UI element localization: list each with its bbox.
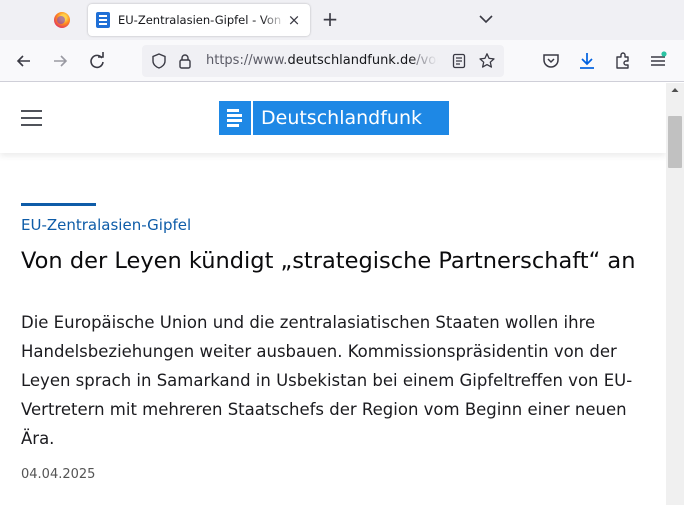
tab-title: EU-Zentralasien-Gipfel - Von der Leyen k… <box>118 13 286 27</box>
article-headline: Von der Leyen kündigt „strategische Part… <box>21 248 636 274</box>
plus-icon[interactable]: + <box>318 8 342 32</box>
tab-firefox-view[interactable] <box>44 6 80 34</box>
scroll-up-arrow-icon[interactable] <box>671 86 679 94</box>
download-icon[interactable] <box>576 50 598 72</box>
page-viewport: Deutschlandfunk EU-Zentralasien-Gipfel V… <box>0 83 684 505</box>
forward-arrow-icon[interactable] <box>49 50 71 72</box>
article: EU-Zentralasien-Gipfel Von der Leyen kün… <box>21 203 651 482</box>
pocket-icon[interactable] <box>540 50 562 72</box>
dlf-logo-icon <box>219 101 253 135</box>
chevron-down-icon[interactable] <box>476 9 496 29</box>
article-teaser: Die Europäische Union und die zentralasi… <box>21 313 633 448</box>
tab-active[interactable]: EU-Zentralasien-Gipfel - Von der Leyen k… <box>88 4 310 36</box>
extensions-icon[interactable] <box>612 50 634 72</box>
hamburger-menu-icon[interactable] <box>21 110 42 126</box>
article-kicker: EU-Zentralasien-Gipfel <box>21 216 192 234</box>
back-arrow-icon[interactable] <box>13 50 35 72</box>
star-icon[interactable] <box>478 52 496 70</box>
deutschlandfunk-logo[interactable]: Deutschlandfunk <box>219 101 449 135</box>
shield-icon[interactable] <box>150 52 168 70</box>
site-header: Deutschlandfunk <box>0 83 666 153</box>
dlf-favicon <box>96 12 110 28</box>
url-text[interactable]: https://www.deutschlandfunk.de/von-der-l… <box>206 53 438 68</box>
url-host: deutschlandfunk.de <box>287 53 417 68</box>
lock-icon[interactable] <box>176 52 194 70</box>
scrollbar-thumb[interactable] <box>668 116 682 168</box>
menu-icon[interactable] <box>647 50 669 72</box>
navigation-bar: https://www.deutschlandfunk.de/von-der-l… <box>0 40 684 82</box>
reader-view-icon[interactable] <box>451 53 467 69</box>
tab-strip: EU-Zentralasien-Gipfel - Von der Leyen k… <box>0 0 684 40</box>
kicker-divider <box>21 203 96 206</box>
close-icon[interactable]: × <box>286 11 302 29</box>
url-bar[interactable]: https://www.deutschlandfunk.de/von-der-l… <box>142 45 504 77</box>
reload-icon[interactable] <box>86 50 108 72</box>
url-path: /von-der-leyen <box>416 53 438 68</box>
firefox-icon <box>54 12 70 28</box>
article-date: 04.04.2025 <box>21 467 96 482</box>
vertical-scrollbar[interactable] <box>666 83 684 505</box>
url-prefix: https://www. <box>206 53 288 68</box>
brand-name: Deutschlandfunk <box>261 107 422 129</box>
